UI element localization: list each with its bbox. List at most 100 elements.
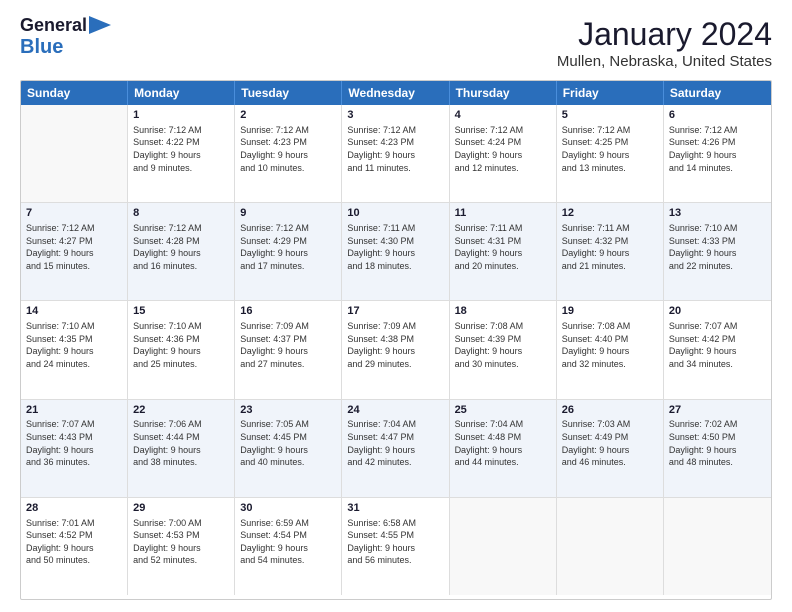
- calendar-cell: 8Sunrise: 7:12 AMSunset: 4:28 PMDaylight…: [128, 203, 235, 300]
- header-thursday: Thursday: [450, 81, 557, 105]
- day-info: Sunrise: 7:09 AMSunset: 4:38 PMDaylight:…: [347, 320, 443, 370]
- day-number: 24: [347, 403, 443, 418]
- day-info: Sunrise: 7:11 AMSunset: 4:30 PMDaylight:…: [347, 222, 443, 272]
- header-wednesday: Wednesday: [342, 81, 449, 105]
- day-number: 28: [26, 501, 122, 516]
- day-info: Sunrise: 7:10 AMSunset: 4:35 PMDaylight:…: [26, 320, 122, 370]
- calendar-cell: 21Sunrise: 7:07 AMSunset: 4:43 PMDayligh…: [21, 400, 128, 497]
- logo-icon: [89, 16, 111, 34]
- page: General Blue January 2024 Mullen, Nebras…: [0, 0, 792, 612]
- day-info: Sunrise: 7:05 AMSunset: 4:45 PMDaylight:…: [240, 418, 336, 468]
- calendar-cell: 28Sunrise: 7:01 AMSunset: 4:52 PMDayligh…: [21, 498, 128, 595]
- calendar-cell: [21, 105, 128, 202]
- calendar-row: 28Sunrise: 7:01 AMSunset: 4:52 PMDayligh…: [21, 498, 771, 595]
- day-info: Sunrise: 7:03 AMSunset: 4:49 PMDaylight:…: [562, 418, 658, 468]
- day-info: Sunrise: 7:12 AMSunset: 4:23 PMDaylight:…: [240, 124, 336, 174]
- day-info: Sunrise: 7:11 AMSunset: 4:31 PMDaylight:…: [455, 222, 551, 272]
- day-number: 21: [26, 403, 122, 418]
- calendar-cell: 23Sunrise: 7:05 AMSunset: 4:45 PMDayligh…: [235, 400, 342, 497]
- day-info: Sunrise: 7:10 AMSunset: 4:33 PMDaylight:…: [669, 222, 766, 272]
- calendar-cell: [450, 498, 557, 595]
- calendar-cell: 22Sunrise: 7:06 AMSunset: 4:44 PMDayligh…: [128, 400, 235, 497]
- day-info: Sunrise: 7:10 AMSunset: 4:36 PMDaylight:…: [133, 320, 229, 370]
- day-info: Sunrise: 7:02 AMSunset: 4:50 PMDaylight:…: [669, 418, 766, 468]
- calendar-cell: 1Sunrise: 7:12 AMSunset: 4:22 PMDaylight…: [128, 105, 235, 202]
- header: General Blue January 2024 Mullen, Nebras…: [20, 16, 772, 70]
- calendar-cell: 9Sunrise: 7:12 AMSunset: 4:29 PMDaylight…: [235, 203, 342, 300]
- day-info: Sunrise: 7:01 AMSunset: 4:52 PMDaylight:…: [26, 517, 122, 567]
- day-info: Sunrise: 7:04 AMSunset: 4:48 PMDaylight:…: [455, 418, 551, 468]
- day-number: 5: [562, 108, 658, 123]
- day-number: 26: [562, 403, 658, 418]
- logo-blue: Blue: [20, 36, 63, 58]
- day-number: 9: [240, 206, 336, 221]
- calendar-cell: 3Sunrise: 7:12 AMSunset: 4:23 PMDaylight…: [342, 105, 449, 202]
- day-number: 29: [133, 501, 229, 516]
- day-info: Sunrise: 6:59 AMSunset: 4:54 PMDaylight:…: [240, 517, 336, 567]
- day-number: 14: [26, 304, 122, 319]
- day-info: Sunrise: 7:12 AMSunset: 4:24 PMDaylight:…: [455, 124, 551, 174]
- day-number: 15: [133, 304, 229, 319]
- day-info: Sunrise: 7:06 AMSunset: 4:44 PMDaylight:…: [133, 418, 229, 468]
- header-monday: Monday: [128, 81, 235, 105]
- day-number: 3: [347, 108, 443, 123]
- day-info: Sunrise: 6:58 AMSunset: 4:55 PMDaylight:…: [347, 517, 443, 567]
- title-area: January 2024 Mullen, Nebraska, United St…: [557, 16, 772, 70]
- calendar-row: 7Sunrise: 7:12 AMSunset: 4:27 PMDaylight…: [21, 203, 771, 301]
- day-number: 6: [669, 108, 766, 123]
- calendar-cell: 30Sunrise: 6:59 AMSunset: 4:54 PMDayligh…: [235, 498, 342, 595]
- calendar-row: 1Sunrise: 7:12 AMSunset: 4:22 PMDaylight…: [21, 105, 771, 203]
- calendar: Sunday Monday Tuesday Wednesday Thursday…: [20, 80, 772, 600]
- calendar-cell: 25Sunrise: 7:04 AMSunset: 4:48 PMDayligh…: [450, 400, 557, 497]
- calendar-cell: 20Sunrise: 7:07 AMSunset: 4:42 PMDayligh…: [664, 301, 771, 398]
- day-number: 11: [455, 206, 551, 221]
- calendar-cell: 5Sunrise: 7:12 AMSunset: 4:25 PMDaylight…: [557, 105, 664, 202]
- day-number: 13: [669, 206, 766, 221]
- day-number: 22: [133, 403, 229, 418]
- calendar-cell: 14Sunrise: 7:10 AMSunset: 4:35 PMDayligh…: [21, 301, 128, 398]
- calendar-cell: 31Sunrise: 6:58 AMSunset: 4:55 PMDayligh…: [342, 498, 449, 595]
- header-friday: Friday: [557, 81, 664, 105]
- day-number: 7: [26, 206, 122, 221]
- day-info: Sunrise: 7:07 AMSunset: 4:43 PMDaylight:…: [26, 418, 122, 468]
- header-sunday: Sunday: [21, 81, 128, 105]
- calendar-cell: 16Sunrise: 7:09 AMSunset: 4:37 PMDayligh…: [235, 301, 342, 398]
- day-info: Sunrise: 7:12 AMSunset: 4:25 PMDaylight:…: [562, 124, 658, 174]
- day-info: Sunrise: 7:08 AMSunset: 4:40 PMDaylight:…: [562, 320, 658, 370]
- day-number: 25: [455, 403, 551, 418]
- day-number: 8: [133, 206, 229, 221]
- day-number: 20: [669, 304, 766, 319]
- day-number: 23: [240, 403, 336, 418]
- subtitle: Mullen, Nebraska, United States: [557, 53, 772, 70]
- calendar-body: 1Sunrise: 7:12 AMSunset: 4:22 PMDaylight…: [21, 105, 771, 595]
- day-info: Sunrise: 7:12 AMSunset: 4:27 PMDaylight:…: [26, 222, 122, 272]
- day-info: Sunrise: 7:11 AMSunset: 4:32 PMDaylight:…: [562, 222, 658, 272]
- day-info: Sunrise: 7:12 AMSunset: 4:22 PMDaylight:…: [133, 124, 229, 174]
- day-info: Sunrise: 7:07 AMSunset: 4:42 PMDaylight:…: [669, 320, 766, 370]
- logo-general: General: [20, 16, 87, 36]
- day-number: 2: [240, 108, 336, 123]
- calendar-cell: 2Sunrise: 7:12 AMSunset: 4:23 PMDaylight…: [235, 105, 342, 202]
- day-info: Sunrise: 7:12 AMSunset: 4:23 PMDaylight:…: [347, 124, 443, 174]
- day-number: 1: [133, 108, 229, 123]
- day-number: 16: [240, 304, 336, 319]
- day-number: 17: [347, 304, 443, 319]
- calendar-cell: [557, 498, 664, 595]
- day-info: Sunrise: 7:12 AMSunset: 4:29 PMDaylight:…: [240, 222, 336, 272]
- calendar-cell: 7Sunrise: 7:12 AMSunset: 4:27 PMDaylight…: [21, 203, 128, 300]
- day-number: 18: [455, 304, 551, 319]
- header-tuesday: Tuesday: [235, 81, 342, 105]
- day-info: Sunrise: 7:00 AMSunset: 4:53 PMDaylight:…: [133, 517, 229, 567]
- logo: General Blue: [20, 16, 111, 58]
- day-number: 27: [669, 403, 766, 418]
- calendar-cell: 11Sunrise: 7:11 AMSunset: 4:31 PMDayligh…: [450, 203, 557, 300]
- calendar-cell: 17Sunrise: 7:09 AMSunset: 4:38 PMDayligh…: [342, 301, 449, 398]
- calendar-cell: 12Sunrise: 7:11 AMSunset: 4:32 PMDayligh…: [557, 203, 664, 300]
- calendar-row: 14Sunrise: 7:10 AMSunset: 4:35 PMDayligh…: [21, 301, 771, 399]
- calendar-cell: 19Sunrise: 7:08 AMSunset: 4:40 PMDayligh…: [557, 301, 664, 398]
- header-saturday: Saturday: [664, 81, 771, 105]
- day-info: Sunrise: 7:09 AMSunset: 4:37 PMDaylight:…: [240, 320, 336, 370]
- day-number: 12: [562, 206, 658, 221]
- day-info: Sunrise: 7:12 AMSunset: 4:26 PMDaylight:…: [669, 124, 766, 174]
- day-number: 19: [562, 304, 658, 319]
